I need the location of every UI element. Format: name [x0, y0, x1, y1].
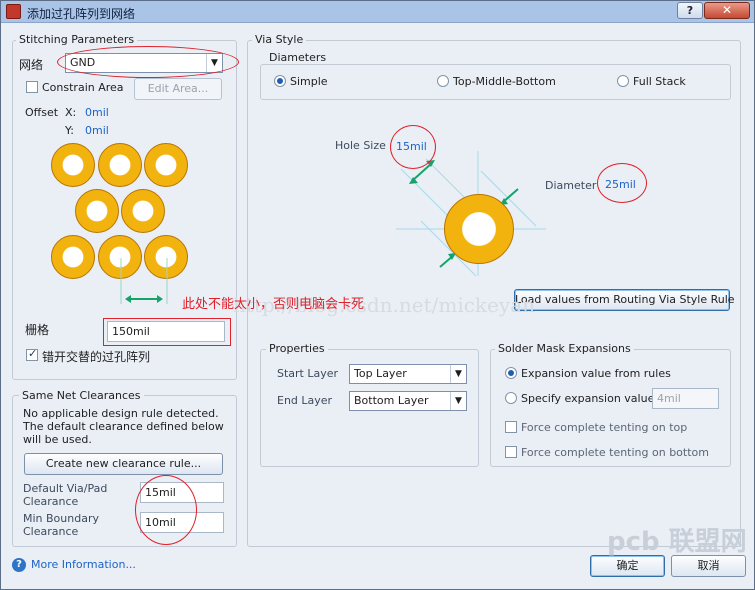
constrain-area-label: Constrain Area — [42, 81, 124, 94]
default-via-pad-clearance-input[interactable]: 15mil — [140, 482, 224, 503]
diameter-tmb-radio[interactable] — [437, 75, 449, 87]
constrain-area-checkbox[interactable] — [26, 81, 38, 93]
tent-top-label: Force complete tenting on top — [521, 421, 688, 434]
via-style-label: Via Style — [252, 33, 307, 46]
net-select[interactable]: GND ▼ — [65, 53, 223, 73]
offset-label: Offset — [25, 106, 59, 119]
expansion-from-rules-label: Expansion value from rules — [521, 367, 671, 380]
offset-x-value[interactable]: 0mil — [85, 106, 109, 119]
diameter-simple-label: Simple — [290, 75, 328, 88]
grid-input[interactable]: 150mil — [107, 321, 225, 342]
hole-size-label: Hole Size — [335, 139, 386, 152]
clearance-message: No applicable design rule detected. The … — [23, 407, 224, 446]
offset-x-label: X: — [65, 106, 77, 119]
offset-y-value[interactable]: 0mil — [85, 124, 109, 137]
diameters-label: Diameters — [266, 51, 330, 64]
title-bar[interactable]: 添加过孔阵列到网络 ? ✕ — [1, 1, 754, 23]
via-preview-icon — [444, 194, 514, 264]
dialog-window: 添加过孔阵列到网络 ? ✕ Stitching Parameters 网络 GN… — [0, 0, 755, 590]
specify-expansion-radio[interactable] — [505, 392, 517, 404]
stagger-array-label: 错开交替的过孔阵列 — [42, 350, 151, 364]
chevron-down-icon[interactable]: ▼ — [450, 365, 466, 383]
end-layer-label: End Layer — [277, 394, 333, 407]
via-icon — [121, 189, 165, 233]
start-layer-select[interactable]: Top Layer ▼ — [349, 364, 467, 384]
app-icon — [6, 4, 21, 19]
close-button[interactable]: ✕ — [704, 2, 750, 19]
start-layer-label: Start Layer — [277, 367, 339, 380]
diameter-value[interactable]: 25mil — [605, 178, 636, 191]
stagger-array-checkbox[interactable] — [26, 347, 38, 361]
help-info-icon[interactable]: ? — [12, 558, 26, 572]
annotation-note: 此处不能太小，否则电脑会卡死 — [182, 297, 365, 312]
window-title: 添加过孔阵列到网络 — [27, 7, 136, 21]
properties-label: Properties — [266, 342, 328, 355]
create-clearance-rule-button[interactable]: Create new clearance rule... — [24, 453, 223, 475]
via-icon — [98, 143, 142, 187]
tent-bottom-checkbox[interactable] — [505, 446, 517, 458]
via-icon — [144, 143, 188, 187]
pcb-logo-watermark: pcb 联盟网 — [607, 527, 747, 557]
net-select-value: GND — [70, 56, 96, 69]
via-icon — [51, 235, 95, 279]
end-layer-value: Bottom Layer — [354, 394, 429, 407]
specify-expansion-input[interactable]: 4mil — [652, 388, 719, 409]
via-icon — [51, 143, 95, 187]
default-via-pad-clearance-label: Default Via/Pad Clearance — [23, 482, 108, 508]
min-boundary-clearance-input[interactable]: 10mil — [140, 512, 224, 533]
end-layer-select[interactable]: Bottom Layer ▼ — [349, 391, 467, 411]
same-net-clearances-label: Same Net Clearances — [19, 389, 144, 402]
load-routing-via-style-button[interactable]: Load values from Routing Via Style Rule — [514, 289, 735, 311]
ok-button[interactable]: 确定 — [590, 555, 665, 577]
via-icon — [75, 189, 119, 233]
expansion-from-rules-radio[interactable] — [505, 367, 517, 379]
edit-area-button[interactable]: Edit Area... — [134, 78, 222, 100]
help-button[interactable]: ? — [677, 2, 703, 19]
diameter-tmb-label: Top-Middle-Bottom — [453, 75, 556, 88]
offset-y-label: Y: — [65, 124, 74, 137]
grid-label: 栅格 — [25, 323, 50, 337]
more-information-link[interactable]: More Information... — [31, 558, 136, 571]
specify-expansion-label: Specify expansion value — [521, 392, 655, 405]
solder-mask-label: Solder Mask Expansions — [495, 342, 634, 355]
diameter-full-stack-radio[interactable] — [617, 75, 629, 87]
diameter-simple-radio[interactable] — [274, 75, 286, 87]
start-layer-value: Top Layer — [354, 367, 407, 380]
stitching-parameters-label: Stitching Parameters — [16, 33, 138, 46]
tent-top-checkbox[interactable] — [505, 421, 517, 433]
tent-bottom-label: Force complete tenting on bottom — [521, 446, 709, 459]
cancel-button[interactable]: 取消 — [671, 555, 746, 577]
net-label: 网络 — [19, 58, 44, 72]
chevron-down-icon[interactable]: ▼ — [450, 392, 466, 410]
grid-spacing-arrow-icon — [120, 258, 168, 304]
diameter-full-stack-label: Full Stack — [633, 75, 686, 88]
min-boundary-clearance-label: Min Boundary Clearance — [23, 512, 99, 538]
chevron-down-icon[interactable]: ▼ — [206, 54, 222, 72]
